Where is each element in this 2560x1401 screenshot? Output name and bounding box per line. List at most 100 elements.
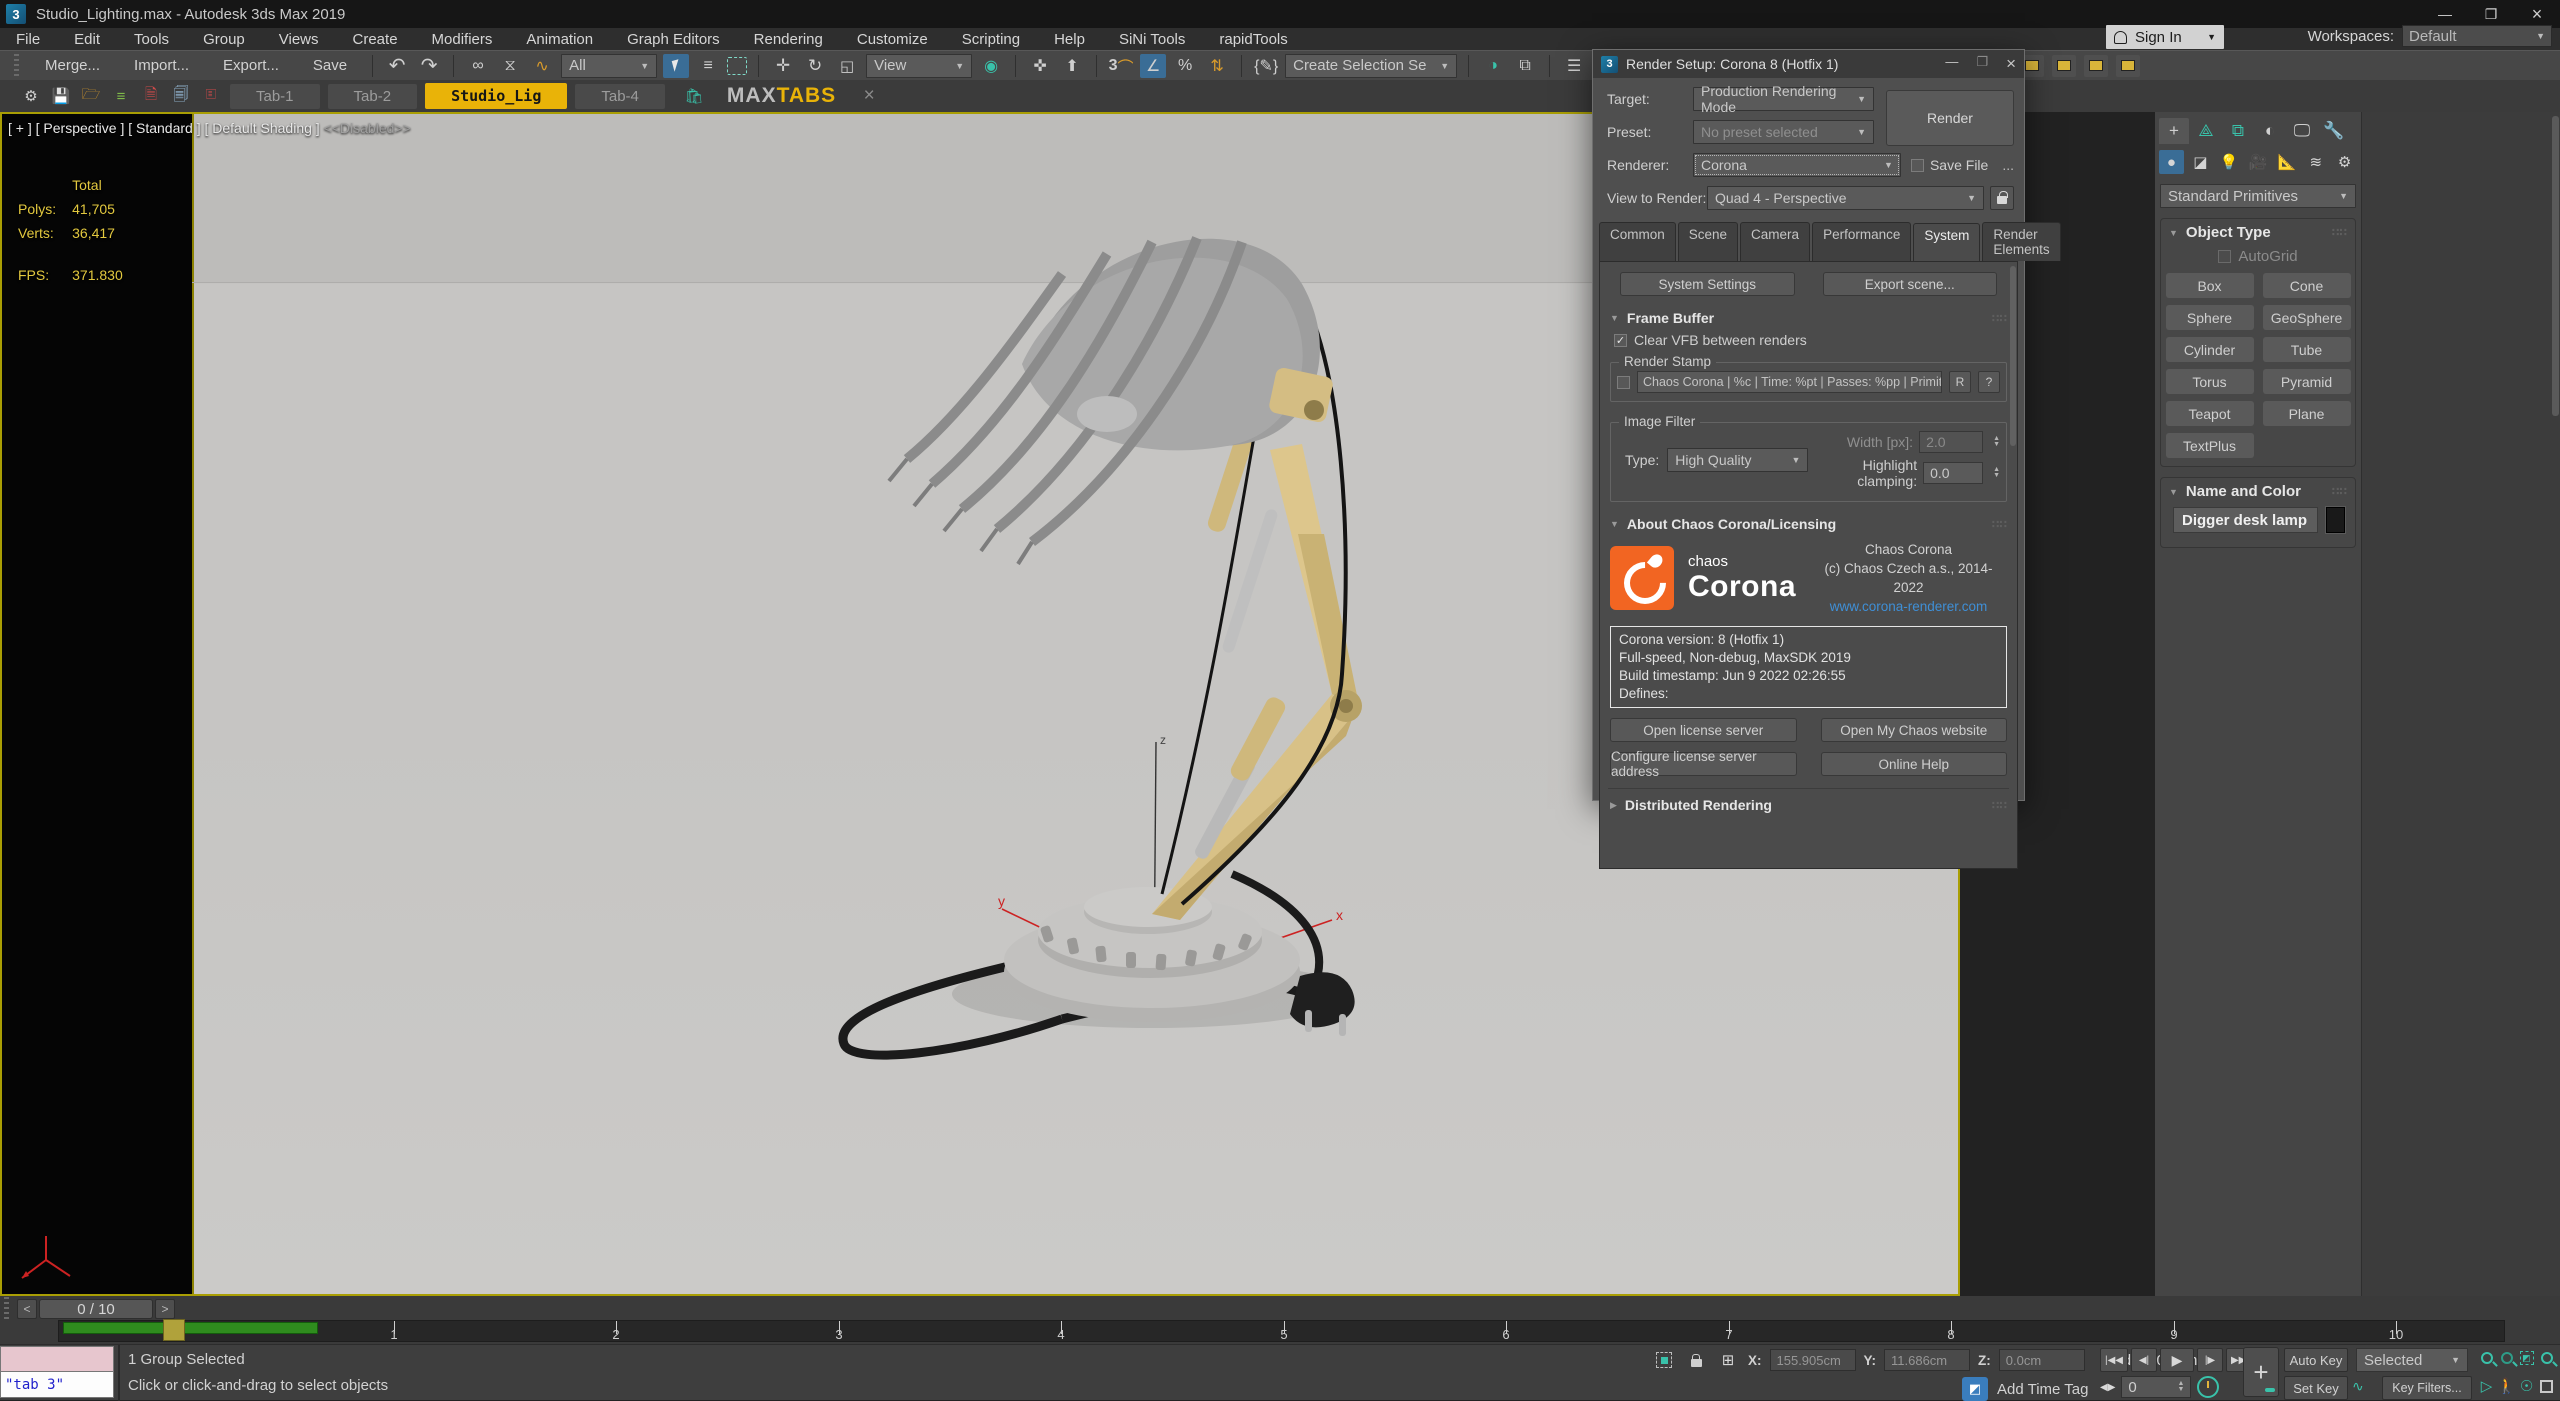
z-coordinate-field[interactable]: 0.0cm — [1999, 1349, 2085, 1371]
torus-button[interactable]: Torus — [2166, 369, 2254, 394]
current-frame-field[interactable]: 0 ▲▼ — [2121, 1376, 2191, 1398]
zoom-icon[interactable] — [2478, 1347, 2495, 1369]
lock-view-toggle[interactable] — [1990, 186, 2014, 210]
workspace-select[interactable]: Default ▼ — [2402, 25, 2552, 47]
tube-button[interactable]: Tube — [2263, 337, 2351, 362]
save-file-browse-button[interactable]: ... — [2002, 157, 2014, 173]
animation-range-bar[interactable] — [63, 1322, 318, 1334]
dialog-maximize-button[interactable]: ❐ — [1976, 54, 1988, 74]
render-stamp-help-button[interactable]: ? — [1978, 371, 2000, 393]
orbit-icon[interactable]: ☉ — [2518, 1375, 2535, 1397]
view-to-render-select[interactable]: Quad 4 - Perspective ▼ — [1707, 186, 1984, 210]
cylinder-button[interactable]: Cylinder — [2166, 337, 2254, 362]
docked-tool-icon-3[interactable] — [2084, 55, 2108, 77]
frame-counter[interactable]: 0 / 10 — [39, 1299, 153, 1319]
pyramid-button[interactable]: Pyramid — [2263, 369, 2351, 394]
tab-scene[interactable]: Scene — [1678, 222, 1738, 261]
geosphere-button[interactable]: GeoSphere — [2263, 305, 2351, 330]
maxtabs-notes-icon[interactable]: 🗉 — [200, 85, 222, 107]
object-name-field[interactable]: Digger desk lamp — [2173, 507, 2318, 533]
cameras-category-icon[interactable]: 🎥 — [2246, 150, 2271, 174]
isolate-selection-toggle-icon[interactable] — [1652, 1349, 1676, 1371]
menu-edit[interactable]: Edit — [74, 31, 100, 48]
restore-button[interactable]: ❐ — [2468, 0, 2514, 28]
previous-frame-button[interactable]: < — [17, 1299, 37, 1319]
plane-button[interactable]: Plane — [2263, 401, 2351, 426]
percent-snap-icon[interactable]: % — [1172, 54, 1198, 78]
menu-tools[interactable]: Tools — [134, 31, 169, 48]
bind-to-space-warp-icon[interactable]: ∿ — [529, 54, 555, 78]
filter-width-field[interactable]: 2.0 — [1919, 431, 1983, 453]
rectangular-selection-region-icon[interactable] — [727, 57, 747, 75]
menu-file[interactable]: File — [16, 31, 40, 48]
go-to-start-button[interactable]: |◀◀ — [2100, 1348, 2128, 1372]
systems-category-icon[interactable]: ⚙ — [2332, 150, 2357, 174]
key-filters-button[interactable]: Key Filters... — [2382, 1376, 2472, 1400]
select-and-scale-icon[interactable]: ◱ — [834, 54, 860, 78]
maxtabs-settings-gear-icon[interactable]: ⚙ — [20, 85, 42, 107]
motion-tab-icon[interactable]: ◐ — [2255, 118, 2285, 144]
menu-help[interactable]: Help — [1054, 31, 1085, 48]
render-stamp-reset-button[interactable]: R — [1949, 371, 1971, 393]
object-color-swatch[interactable] — [2326, 507, 2345, 533]
next-frame-button[interactable]: |▶ — [2197, 1348, 2223, 1372]
renderer-select[interactable]: Corona ▼ — [1693, 153, 1901, 177]
maxtabs-open-icon[interactable]: 🗁 — [80, 85, 102, 107]
about-corona-header[interactable]: ▼ About Chaos Corona/Licensing ∷∷ — [1608, 514, 2009, 534]
next-frame-button[interactable]: > — [155, 1299, 175, 1319]
sign-in-button[interactable]: Sign In ▼ — [2106, 25, 2224, 49]
object-type-header[interactable]: ▼ Object Type ∷∷ — [2161, 219, 2355, 246]
select-link-icon[interactable]: ∞ — [465, 54, 491, 78]
named-selection-sets-icon[interactable]: {✎} — [1253, 54, 1279, 78]
track-bar[interactable]: 1 2 3 4 5 6 7 8 9 10 — [58, 1320, 2505, 1342]
name-color-header[interactable]: ▼ Name and Color ∷∷ — [2161, 478, 2355, 505]
maximize-viewport-toggle-icon[interactable] — [2538, 1375, 2555, 1397]
previous-frame-button[interactable]: ◀| — [2131, 1348, 2157, 1372]
docked-tool-icon-4[interactable] — [2116, 55, 2140, 77]
export-button[interactable]: Export... — [209, 54, 293, 77]
tab-render-elements[interactable]: Render Elements — [1982, 222, 2060, 261]
spinner-icon[interactable]: ▲▼ — [1993, 436, 2000, 448]
system-settings-button[interactable]: System Settings — [1620, 272, 1795, 296]
menu-sini-tools[interactable]: SiNi Tools — [1119, 31, 1185, 48]
field-of-view-icon[interactable]: ▷ — [2478, 1375, 2495, 1397]
maxtabs-bag-icon[interactable]: 🛍 — [683, 85, 705, 107]
keyboard-override-icon[interactable]: ⬆ — [1059, 54, 1085, 78]
walk-through-icon[interactable]: 🚶 — [2498, 1375, 2515, 1397]
clear-vfb-checkbox[interactable]: ✓ — [1614, 334, 1627, 347]
viewport-label[interactable]: [ + ] [ Perspective ] [ Standard ] [ Def… — [8, 120, 411, 136]
merge-button[interactable]: Merge... — [31, 54, 114, 77]
menu-animation[interactable]: Animation — [526, 31, 593, 48]
spinner-snap-icon[interactable]: ⇅ — [1204, 54, 1230, 78]
key-mode-toggle-icon[interactable]: ∿ — [2352, 1378, 2364, 1395]
utilities-tab-icon[interactable]: 🔧 — [2319, 118, 2349, 144]
primitive-category-select[interactable]: Standard Primitives ▼ — [2160, 184, 2356, 208]
menu-group[interactable]: Group — [203, 31, 245, 48]
minimize-button[interactable]: — — [2422, 0, 2468, 28]
zoom-extents-icon[interactable]: ◩ — [2518, 1347, 2535, 1369]
open-license-server-button[interactable]: Open license server — [1610, 718, 1797, 742]
key-step-icon[interactable]: ◀▶ — [2100, 1382, 2115, 1393]
teapot-button[interactable]: Teapot — [2166, 401, 2254, 426]
x-coordinate-field[interactable]: 155.905cm — [1770, 1349, 1856, 1371]
maxtab-tab-4[interactable]: Tab-4 — [575, 84, 665, 109]
angle-snap-icon[interactable]: ∠ — [1140, 54, 1166, 78]
menu-scripting[interactable]: Scripting — [962, 31, 1020, 48]
tab-camera[interactable]: Camera — [1740, 222, 1810, 261]
set-keys-button[interactable]: + — [2243, 1347, 2279, 1397]
absolute-offset-mode-icon[interactable]: ⊞ — [1716, 1349, 1740, 1371]
tab-common[interactable]: Common — [1599, 222, 1676, 261]
maxtab-tab-2[interactable]: Tab-2 — [328, 84, 418, 109]
menu-modifiers[interactable]: Modifiers — [432, 31, 493, 48]
open-my-chaos-website-button[interactable]: Open My Chaos website — [1821, 718, 2008, 742]
frame-buffer-header[interactable]: ▼ Frame Buffer ∷∷ — [1608, 308, 2009, 328]
maxtabs-close-icon[interactable]: × — [858, 85, 880, 107]
save-button[interactable]: Save — [299, 54, 361, 77]
menu-views[interactable]: Views — [279, 31, 319, 48]
selection-filter-select[interactable]: All ▼ — [561, 54, 657, 78]
select-object-icon[interactable] — [663, 54, 689, 78]
auto-key-button[interactable]: Auto Key — [2284, 1348, 2348, 1372]
set-key-button[interactable]: Set Key — [2284, 1376, 2348, 1400]
create-tab-icon[interactable]: + — [2159, 118, 2189, 144]
render-stamp-checkbox[interactable] — [1617, 376, 1630, 389]
